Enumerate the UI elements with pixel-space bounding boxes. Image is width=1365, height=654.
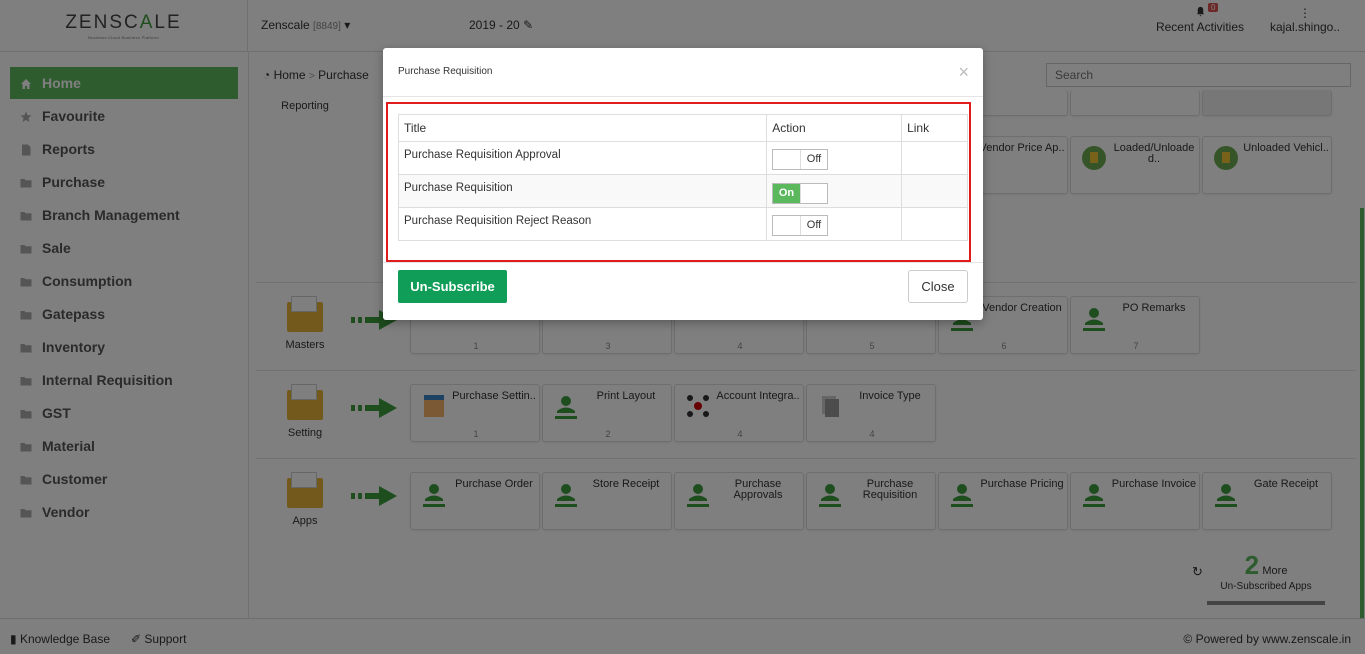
table-row: Purchase Requisition On [397, 174, 968, 208]
row-title: Purchase Requisition Reject Reason [397, 207, 768, 241]
close-button[interactable]: Close [908, 270, 968, 303]
toggle-switch-off[interactable]: Off [772, 148, 829, 170]
link-cell [901, 207, 968, 241]
toggle-label: Off [806, 152, 822, 165]
table-row: Purchase Requisition Approval Off [397, 141, 968, 175]
link-cell [901, 174, 968, 208]
toggle-switch-on[interactable]: On [772, 182, 829, 204]
action-cell: On [766, 174, 903, 208]
row-title: Purchase Requisition [397, 174, 768, 208]
unsubscribe-button[interactable]: Un-Subscribe [398, 270, 507, 303]
link-cell [901, 141, 968, 175]
row-title: Purchase Requisition Approval [397, 141, 768, 175]
column-header-link: Link [901, 114, 968, 142]
table-header-row: Title Action Link [397, 114, 968, 142]
column-header-title: Title [397, 114, 768, 142]
action-cell: Off [766, 141, 903, 175]
action-cell: Off [766, 207, 903, 241]
modal-header: Purchase Requisition × [383, 48, 983, 97]
column-header-action: Action [766, 114, 903, 142]
modal-footer-divider [383, 262, 983, 263]
table-row: Purchase Requisition Reject Reason Off [397, 207, 968, 241]
toggle-switch-off[interactable]: Off [772, 214, 829, 236]
toggle-label: Off [806, 218, 822, 231]
modal-title: Purchase Requisition [398, 66, 493, 77]
purchase-requisition-modal: Purchase Requisition × Title Action Link… [383, 48, 983, 320]
close-icon[interactable]: × [958, 62, 969, 83]
settings-table: Title Action Link Purchase Requisition A… [397, 114, 968, 241]
toggle-label: On [773, 183, 800, 203]
